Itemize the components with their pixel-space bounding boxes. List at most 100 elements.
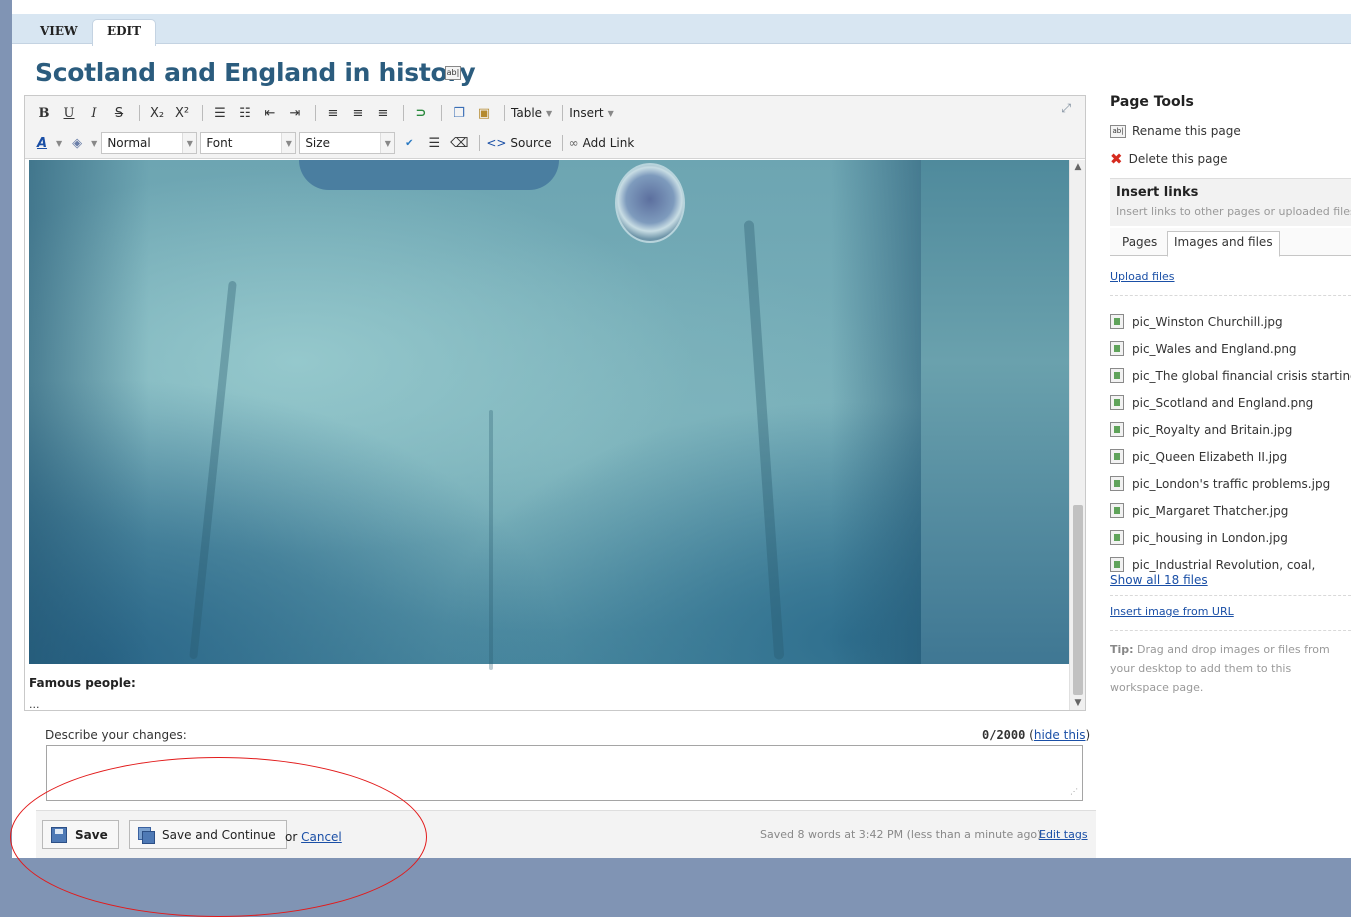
insert-links-tabs: Pages Images and files — [1110, 228, 1351, 257]
font-value: Font — [206, 136, 233, 150]
chevron-down-icon: ▼ — [281, 133, 296, 153]
cancel-link[interactable]: Cancel — [301, 830, 342, 844]
bold-button[interactable]: B — [33, 102, 55, 124]
drag-drop-tip: Tip: Drag and drop images or files from … — [1110, 640, 1351, 697]
image-file-icon — [1110, 449, 1124, 464]
align-center-icon[interactable]: ≡ — [347, 102, 369, 124]
scroll-up-icon[interactable]: ▲ — [1070, 162, 1086, 172]
save-continue-label: Save and Continue — [162, 827, 276, 842]
insert-menu-button[interactable]: Insert ▼ — [569, 106, 614, 120]
file-item[interactable]: pic_Scotland and England.png — [1110, 389, 1351, 416]
outdent-icon[interactable]: ⇤ — [259, 102, 281, 124]
file-item[interactable]: pic_Queen Elizabeth II.jpg — [1110, 443, 1351, 470]
insert-label: Insert — [569, 106, 604, 120]
resize-grip-icon[interactable]: ⋰ — [1070, 787, 1078, 796]
file-item[interactable]: pic_The global financial crisis starting — [1110, 362, 1351, 389]
file-item[interactable]: pic_housing in London.jpg — [1110, 524, 1351, 551]
format-value: Normal — [107, 136, 151, 150]
scroll-thumb[interactable] — [1073, 505, 1083, 695]
file-name: pic_Wales and England.png — [1132, 341, 1297, 356]
background-color-icon[interactable]: ◈ — [66, 132, 88, 154]
underline-button[interactable]: U — [58, 102, 80, 124]
rename-label: Rename this page — [1132, 124, 1241, 138]
tab-pages[interactable]: Pages — [1116, 232, 1163, 252]
insert-image-from-url-link[interactable]: Insert image from URL — [1110, 605, 1234, 618]
chevron-down-icon[interactable]: ▼ — [56, 139, 62, 148]
size-select[interactable]: Size ▼ — [299, 132, 396, 154]
upload-files-link[interactable]: Upload files — [1110, 270, 1175, 283]
add-link-label: Add Link — [582, 136, 635, 150]
or-cancel: or Cancel — [285, 830, 342, 844]
save-and-continue-button[interactable]: Save and Continue — [129, 820, 287, 849]
file-item[interactable]: pic_Winston Churchill.jpg — [1110, 308, 1351, 335]
toolbar-separator — [202, 105, 203, 121]
show-all-files-link[interactable]: Show all 18 files — [1110, 573, 1208, 587]
file-name: pic_Royalty and Britain.jpg — [1132, 422, 1293, 437]
chevron-down-icon: ▼ — [380, 133, 395, 153]
tab-view[interactable]: VIEW — [26, 20, 92, 45]
copy-icon[interactable]: ❐ — [448, 102, 470, 124]
tab-images-and-files[interactable]: Images and files — [1167, 231, 1280, 257]
saved-status: Saved 8 words at 3:42 PM (less than a mi… — [760, 828, 1042, 841]
tab-edit[interactable]: EDIT — [92, 19, 157, 46]
eraser-icon[interactable]: ⌫ — [448, 132, 470, 154]
maximize-icon[interactable]: ⤢ — [1061, 101, 1071, 116]
delete-page-link[interactable]: ✖ Delete this page — [1110, 150, 1228, 168]
file-item[interactable]: pic_Royalty and Britain.jpg — [1110, 416, 1351, 443]
file-item[interactable]: pic_Wales and England.png — [1110, 335, 1351, 362]
source-label: Source — [510, 136, 552, 150]
file-item[interactable]: pic_London's traffic problems.jpg — [1110, 470, 1351, 497]
editor-toolbar: B U I S X₂ X² ☰ ☷ ⇤ ⇥ ≡ ≡ ≡ ⊃ ❐ ▣ Table ▼… — [25, 96, 1085, 159]
rename-page-link[interactable]: ab| Rename this page — [1110, 124, 1241, 138]
toolbar-separator — [403, 105, 404, 121]
text-color-icon[interactable]: A — [31, 132, 53, 154]
char-count: 0/2000 — [982, 728, 1026, 742]
table-menu-button[interactable]: Table ▼ — [511, 106, 552, 120]
editor-content[interactable]: Famous people: ... — [25, 160, 1085, 710]
strikethrough-button[interactable]: S — [108, 102, 130, 124]
hide-this-link[interactable]: hide this — [1034, 728, 1086, 742]
paste-icon[interactable]: ▣ — [473, 102, 495, 124]
editor-scrollbar[interactable]: ▲ ▼ — [1069, 160, 1085, 710]
spellcheck-icon[interactable]: ✔ — [398, 132, 420, 154]
rich-text-editor: B U I S X₂ X² ☰ ☷ ⇤ ⇥ ≡ ≡ ≡ ⊃ ❐ ▣ Table ▼… — [24, 95, 1086, 711]
numbered-list-icon[interactable]: ☷ — [234, 102, 256, 124]
subscript-button[interactable]: X₂ — [146, 102, 168, 124]
align-right-icon[interactable]: ≡ — [372, 102, 394, 124]
delete-x-icon: ✖ — [1110, 150, 1123, 168]
superscript-button[interactable]: X² — [171, 102, 193, 124]
link-icon[interactable]: ⊃ — [410, 102, 432, 124]
source-button[interactable]: <> Source — [486, 136, 551, 150]
edit-tags-link[interactable]: Edit tags — [1039, 828, 1088, 841]
describe-changes-input[interactable] — [46, 745, 1083, 801]
toolbar-separator — [479, 135, 481, 151]
font-select[interactable]: Font ▼ — [200, 132, 297, 154]
image-file-icon — [1110, 314, 1124, 329]
align-left-icon[interactable]: ≡ — [322, 102, 344, 124]
image-file-icon — [1110, 503, 1124, 518]
remove-format-icon[interactable]: ☰ — [423, 132, 445, 154]
insert-links-panel: Insert links Insert links to other pages… — [1110, 178, 1351, 226]
file-name: pic_London's traffic problems.jpg — [1132, 476, 1331, 491]
toolbar-separator — [315, 105, 316, 121]
toolbar-row-1: B U I S X₂ X² ☰ ☷ ⇤ ⇥ ≡ ≡ ≡ ⊃ ❐ ▣ Table ▼… — [33, 99, 618, 127]
embedded-photo[interactable] — [29, 160, 921, 670]
toolbar-separator — [561, 135, 563, 151]
famous-people-heading: Famous people: — [29, 676, 136, 690]
scroll-down-icon[interactable]: ▼ — [1070, 698, 1086, 708]
divider — [1110, 595, 1351, 596]
add-link-button[interactable]: ∞ Add Link — [569, 136, 635, 150]
italic-button[interactable]: I — [83, 102, 105, 124]
file-item[interactable]: pic_Margaret Thatcher.jpg — [1110, 497, 1351, 524]
file-name: pic_Winston Churchill.jpg — [1132, 314, 1283, 329]
indent-icon[interactable]: ⇥ — [284, 102, 306, 124]
chevron-down-icon[interactable]: ▼ — [91, 139, 97, 148]
save-button[interactable]: Save — [42, 820, 119, 849]
rename-title-icon[interactable]: ab| — [445, 66, 461, 80]
image-file-icon — [1110, 368, 1124, 383]
bulleted-list-icon[interactable]: ☰ — [209, 102, 231, 124]
toolbar-separator — [441, 105, 442, 121]
describe-changes-label: Describe your changes: — [45, 728, 187, 742]
format-select[interactable]: Normal ▼ — [101, 132, 198, 154]
toolbar-separator — [504, 105, 505, 121]
